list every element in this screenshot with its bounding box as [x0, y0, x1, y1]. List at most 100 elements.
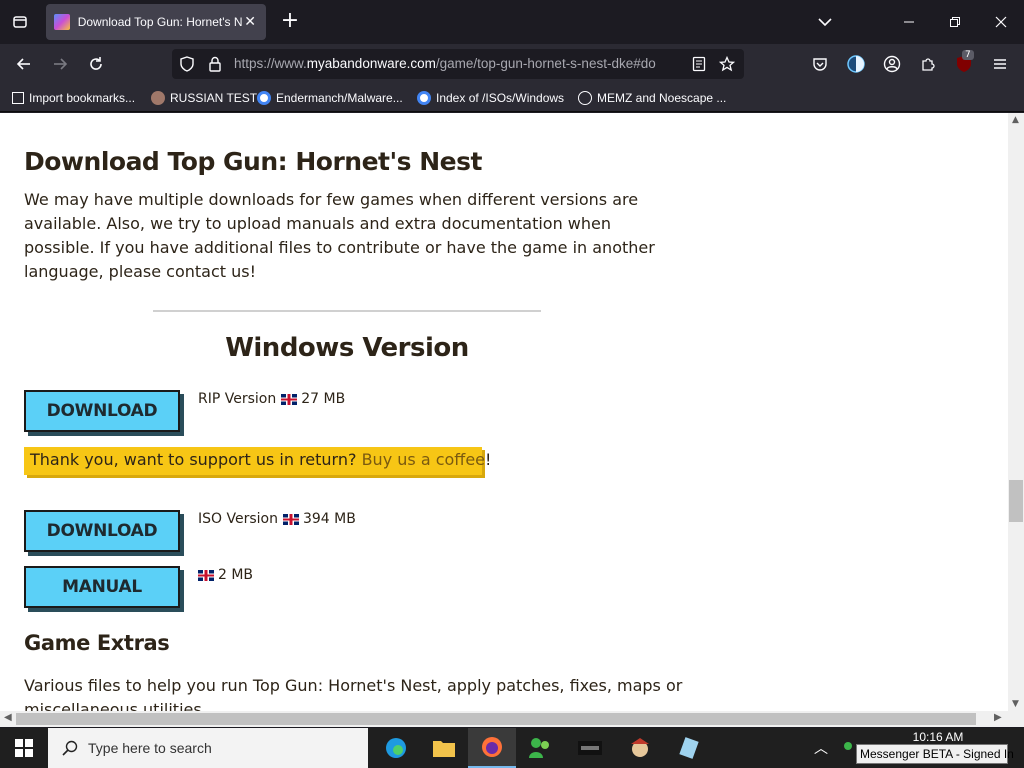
- shield-icon[interactable]: [178, 55, 196, 73]
- navigation-toolbar: https://www.myabandonware.com/game/top-g…: [0, 44, 1024, 84]
- taskbar-edge[interactable]: [372, 728, 420, 768]
- file-size: 394 MB: [302, 511, 356, 527]
- reader-view-icon[interactable]: [690, 55, 708, 73]
- manual-info: 2 MB: [198, 567, 253, 583]
- bookmark-label: Index of /ISOs/Windows: [436, 91, 565, 105]
- search-icon: [62, 740, 78, 756]
- windows-version-heading: Windows Version: [225, 333, 469, 363]
- uk-flag-icon: [282, 513, 299, 525]
- url-bar[interactable]: https://www.myabandonware.com/game/top-g…: [172, 49, 744, 79]
- account-button[interactable]: [878, 50, 906, 78]
- lock-icon[interactable]: [206, 55, 224, 73]
- bookmark-memz[interactable]: MEMZ and Noescape ...: [578, 89, 726, 107]
- bookmark-russian-test[interactable]: RUSSIAN TEST: [151, 89, 257, 107]
- download-iso-info: ISO Version 394 MB: [198, 511, 356, 527]
- bookmark-index-isos[interactable]: Index of /ISOs/Windows: [417, 89, 564, 107]
- bookmark-endermanch[interactable]: Endermanch/Malware...: [257, 89, 403, 107]
- show-hidden-icons-icon[interactable]: ︿: [814, 738, 828, 758]
- new-tab-button[interactable]: +: [278, 10, 302, 34]
- tab-active[interactable]: Download Top Gun: Hornet's Nest ✕: [46, 4, 266, 40]
- manual-button[interactable]: MANUAL: [24, 566, 180, 608]
- buy-coffee-link[interactable]: Buy us a coffee: [362, 450, 485, 469]
- version-label: RIP Version: [198, 391, 277, 407]
- bookmark-import[interactable]: Import bookmarks...: [12, 89, 135, 107]
- close-window-button[interactable]: [978, 6, 1024, 38]
- download-iso-button[interactable]: DOWNLOAD: [24, 510, 180, 552]
- page-content: Download Top Gun: Hornet's Nest We may h…: [0, 113, 1008, 711]
- list-all-tabs-button[interactable]: [802, 6, 848, 38]
- site-favicon-icon: [54, 14, 70, 30]
- chaos-app-icon: [578, 741, 602, 755]
- scroll-left-icon[interactable]: ◀: [4, 712, 12, 723]
- taskbar-clock[interactable]: 10:16 AM: [900, 730, 976, 744]
- extensions-button[interactable]: [914, 50, 942, 78]
- hamburger-menu-icon: [994, 59, 1006, 69]
- forward-button[interactable]: [46, 50, 74, 78]
- support-banner: Thank you, want to support us in return?…: [24, 447, 491, 475]
- scroll-up-icon[interactable]: ▲: [1012, 115, 1019, 125]
- bookmark-label: RUSSIAN TEST: [170, 91, 258, 105]
- taskbar-search-box[interactable]: Type here to search: [48, 728, 368, 768]
- minimize-button[interactable]: [886, 6, 932, 38]
- github-icon: [151, 91, 165, 105]
- back-button[interactable]: [10, 50, 38, 78]
- extension-badge: 7: [962, 50, 974, 60]
- restore-icon: [950, 17, 960, 27]
- game-extras-description: Various files to help you run Top Gun: H…: [24, 676, 683, 711]
- file-size: 27 MB: [301, 391, 346, 407]
- version-label: ISO Version: [198, 511, 278, 527]
- url-text[interactable]: https://www.myabandonware.com/game/top-g…: [234, 56, 688, 71]
- support-text: Thank you, want to support us in return?: [30, 450, 357, 469]
- section-divider: [153, 310, 541, 312]
- taskbar-firefox[interactable]: [468, 728, 516, 768]
- minimize-icon: [904, 21, 914, 23]
- folder-icon: [433, 741, 455, 757]
- windows-logo-icon: [15, 739, 33, 757]
- bookmark-label: MEMZ and Noescape ...: [597, 91, 727, 105]
- start-button[interactable]: [0, 728, 48, 768]
- ublock-extension-button[interactable]: 7: [950, 50, 978, 78]
- taskbar-notepad-app[interactable]: [664, 728, 712, 768]
- scroll-down-icon[interactable]: ▼: [1012, 699, 1019, 709]
- chevron-down-icon: [818, 18, 832, 27]
- bookmark-label: Endermanch/Malware...: [276, 91, 403, 105]
- notepad-icon: [679, 737, 699, 759]
- restore-button[interactable]: [932, 6, 978, 38]
- page-title: Download Top Gun: Hornet's Nest: [24, 147, 482, 176]
- search-placeholder: Type here to search: [88, 740, 212, 756]
- bookmark-star-icon[interactable]: [718, 55, 736, 73]
- taskbar-file-explorer[interactable]: [420, 728, 468, 768]
- menu-button[interactable]: [986, 50, 1014, 78]
- arrow-right-icon: [54, 58, 68, 70]
- download-rip-button[interactable]: DOWNLOAD: [24, 390, 180, 432]
- dark-reader-extension-button[interactable]: [842, 50, 870, 78]
- taskbar-chaos-app[interactable]: [566, 728, 614, 768]
- arrow-left-icon: [16, 58, 30, 70]
- tab-list-icon: [13, 16, 27, 28]
- support-end: !: [485, 450, 492, 469]
- reload-button[interactable]: [82, 50, 110, 78]
- bookmarks-toolbar: Import bookmarks... RUSSIAN TEST Enderma…: [0, 84, 1024, 112]
- file-size: 2 MB: [218, 567, 254, 583]
- reload-icon: [90, 57, 102, 70]
- pocket-button[interactable]: [806, 50, 834, 78]
- game-extras-heading: Game Extras: [24, 631, 170, 655]
- clock-time: 10:16 AM: [912, 730, 964, 744]
- tab-list-button[interactable]: [6, 8, 34, 36]
- bookmark-label: Import bookmarks...: [29, 91, 136, 105]
- taskbar-messenger[interactable]: [516, 728, 564, 768]
- tab-bar: Download Top Gun: Hornet's Nest ✕ +: [0, 0, 1024, 44]
- pocket-icon: [813, 58, 827, 71]
- vertical-scroll-thumb[interactable]: [1009, 480, 1023, 522]
- vertical-scrollbar[interactable]: ▲ ▼: [1008, 113, 1024, 711]
- edge-icon: [386, 738, 406, 758]
- tab-close-icon[interactable]: ✕: [242, 14, 258, 30]
- messenger-buddies-icon: [529, 738, 549, 758]
- intro-text: We may have multiple downloads for few g…: [24, 190, 655, 281]
- horizontal-scrollbar[interactable]: ◀ ▶: [0, 711, 1024, 727]
- firefox-icon: [482, 737, 502, 757]
- puzzle-icon: [922, 58, 935, 71]
- horizontal-scroll-thumb[interactable]: [16, 713, 976, 725]
- scroll-right-icon[interactable]: ▶: [994, 712, 1002, 723]
- taskbar-jester-app[interactable]: [616, 728, 664, 768]
